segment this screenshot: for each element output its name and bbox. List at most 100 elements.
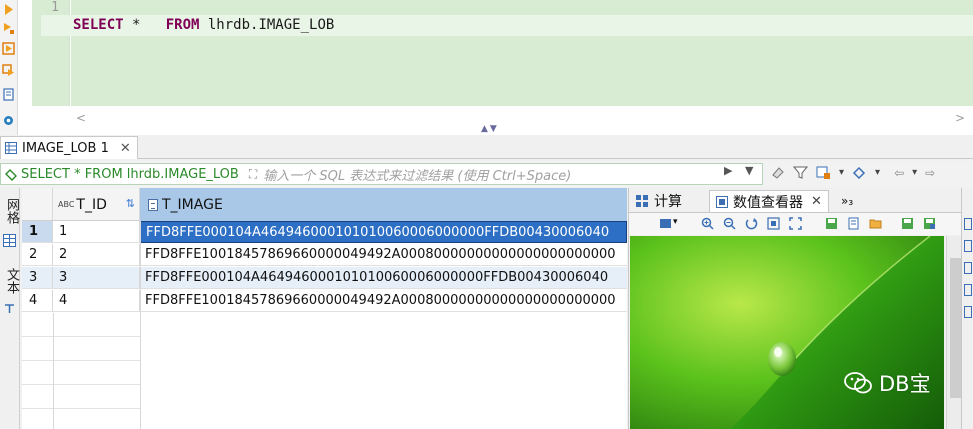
script-icon[interactable] <box>2 88 15 101</box>
execute-new-tab-icon[interactable] <box>2 42 15 55</box>
droplet-highlight <box>774 347 782 357</box>
settings-gear-icon[interactable] <box>2 114 15 127</box>
explain-plan-icon[interactable] <box>2 64 15 77</box>
sql-code-line[interactable]: SELECT * FROM lhrdb.IMAGE_LOB <box>73 17 334 33</box>
tab-calc[interactable]: 计算 <box>635 190 682 212</box>
results-grid[interactable]: ABC T_ID ⇅ T_IMAGE 1 1 FFD8FFE000104A464… <box>22 188 627 429</box>
result-tab-label: IMAGE_LOB 1 <box>22 140 109 156</box>
edge-icon-4[interactable] <box>964 284 972 296</box>
cell-t-id[interactable]: 2 <box>53 244 140 266</box>
edge-icon-3[interactable] <box>964 262 972 274</box>
filter-input[interactable]: SELECT * FROM lhrdb.IMAGE_LOB ⛶ 输入一个 SQL… <box>0 163 763 185</box>
table-row[interactable]: 1 1 FFD8FFE000104A4649460001010100600060… <box>22 221 627 243</box>
code-star: * <box>123 17 166 33</box>
dropdown-arrow-icon-2[interactable]: ▾ <box>875 167 880 178</box>
sort-icon[interactable]: ⇅ <box>126 197 135 210</box>
dropdown-arrow-icon[interactable]: ▾ <box>839 167 844 178</box>
table-row[interactable]: 2 2 FFD8FFE10018457869660000049492A00080… <box>22 244 627 266</box>
close-panel-icon[interactable]: ✕ <box>811 194 822 209</box>
water-droplet <box>768 342 796 376</box>
dropdown-arrow-icon-3[interactable]: ▾ <box>912 167 917 178</box>
line-number: 1 <box>51 0 59 15</box>
filter-toolbar: ▾ ▾ ⇦ ▾ ⇨ <box>770 165 935 180</box>
column-settings-icon[interactable] <box>816 165 831 180</box>
dbeaver-window: 1 2 SELECT * FROM lhrdb.IMAGE_LOB < > ▲▼… <box>0 0 973 429</box>
filter-bar: SELECT * FROM lhrdb.IMAGE_LOB ⛶ 输入一个 SQL… <box>0 161 973 187</box>
filter-history-dropdown-icon[interactable]: ▼ <box>745 164 753 177</box>
execute-script-icon[interactable] <box>2 22 15 35</box>
forward-arrow-icon[interactable]: ⇨ <box>925 166 935 180</box>
expand-icon[interactable]: ⛶ <box>249 167 257 182</box>
row-number[interactable]: 1 <box>22 221 53 243</box>
code-table-name: lhrdb.IMAGE_LOB <box>199 17 335 33</box>
cell-t-id[interactable]: 4 <box>53 290 140 312</box>
load-from-file-icon[interactable] <box>847 217 860 230</box>
keyword-select: SELECT <box>73 17 124 33</box>
record-icon[interactable] <box>3 302 16 315</box>
auto-apply-icon[interactable] <box>923 217 936 230</box>
apply-filter-icon[interactable]: ▶ <box>724 164 732 177</box>
open-folder-icon[interactable] <box>869 217 882 230</box>
calc-icon <box>636 195 648 207</box>
tab-calc-label: 计算 <box>654 194 682 210</box>
tab-value-viewer[interactable]: 数值查看器 ✕ <box>709 190 829 212</box>
row-number[interactable]: 4 <box>22 290 53 312</box>
cell-t-id[interactable]: 3 <box>53 267 140 289</box>
save-icon[interactable] <box>901 217 914 230</box>
watermark-text: DB宝 <box>879 372 931 396</box>
grid-icon[interactable] <box>3 234 16 247</box>
empty-row <box>22 313 140 337</box>
filter-placeholder: 输入一个 SQL 表达式来过滤结果 (使用 Ctrl+Space) <box>263 168 572 184</box>
empty-row <box>22 337 140 361</box>
zoom-out-icon[interactable] <box>723 217 736 230</box>
viewer-toolbar: ▾ <box>629 213 973 235</box>
edge-icon-1[interactable] <box>964 218 972 230</box>
panel-menu-dropdown-icon[interactable]: ▾ <box>673 217 678 227</box>
edge-icon-2[interactable] <box>964 240 972 252</box>
column-header-t-id[interactable]: ABC T_ID ⇅ <box>53 188 140 221</box>
text-view-tab[interactable]: 文本 <box>2 268 21 294</box>
grid-header: ABC T_ID ⇅ T_IMAGE <box>22 188 627 221</box>
panel-split-arrows[interactable]: ▲▼ <box>481 124 499 134</box>
column-name-t-image: T_IMAGE <box>162 196 223 213</box>
close-tab-icon[interactable]: ✕ <box>120 141 131 156</box>
cell-t-image[interactable]: FFD8FFE10018457869660000049492A000800000… <box>140 290 627 312</box>
filter-sql-text: SELECT * FROM lhrdb.IMAGE_LOB <box>21 166 239 182</box>
row-number-header[interactable] <box>22 188 53 221</box>
execute-icon[interactable] <box>2 3 15 16</box>
panel-tabs: 计算 数值查看器 ✕ »₃ <box>629 188 973 213</box>
table-row[interactable]: 3 3 FFD8FFE000104A4649460001010100600060… <box>22 267 627 289</box>
panels-icon[interactable] <box>852 165 867 180</box>
zoom-in-icon[interactable] <box>701 217 714 230</box>
row-number[interactable]: 2 <box>22 244 53 266</box>
eraser-icon[interactable] <box>770 165 785 180</box>
save-to-file-icon[interactable] <box>825 217 838 230</box>
scroll-left-arrow[interactable]: < <box>76 111 86 125</box>
panel-menu-icon[interactable] <box>659 217 672 230</box>
table-row[interactable]: 4 4 FFD8FFE10018457869660000049492A00080… <box>22 290 627 312</box>
back-arrow-icon[interactable]: ⇦ <box>894 166 904 180</box>
filter-icon[interactable] <box>793 165 808 180</box>
column-header-t-image[interactable]: T_IMAGE <box>140 188 627 221</box>
result-tab-image-lob[interactable]: IMAGE_LOB 1 ✕ <box>0 136 138 159</box>
sql-editor[interactable]: 1 2 SELECT * FROM lhrdb.IMAGE_LOB < > ▲▼ <box>0 0 973 135</box>
tab-overflow[interactable]: »₃ <box>841 190 853 212</box>
table-icon <box>5 142 17 154</box>
watermark: DB宝 <box>843 368 931 398</box>
cell-t-image[interactable]: FFD8FFE10018457869660000049492A000800000… <box>140 244 627 266</box>
editor-side-toolbar <box>0 0 18 135</box>
cell-t-id[interactable]: 1 <box>53 221 140 243</box>
edge-icon-5[interactable] <box>964 306 972 318</box>
column-name-t-id: T_ID <box>76 196 107 213</box>
fit-window-icon[interactable] <box>767 217 780 230</box>
original-size-icon[interactable] <box>789 217 802 230</box>
grid-view-tab[interactable]: 网格 <box>2 198 21 224</box>
keyword-from: FROM <box>165 17 200 33</box>
cell-t-image-selected[interactable]: FFD8FFE000104A46494600010101006000600000… <box>140 221 627 243</box>
scroll-right-arrow[interactable]: > <box>955 111 965 125</box>
cell-t-image[interactable]: FFD8FFE000104A46494600010101006000600000… <box>140 267 627 289</box>
empty-row <box>22 361 140 385</box>
sql-link-icon <box>5 169 17 181</box>
rotate-icon[interactable] <box>745 217 758 230</box>
row-number[interactable]: 3 <box>22 267 53 289</box>
